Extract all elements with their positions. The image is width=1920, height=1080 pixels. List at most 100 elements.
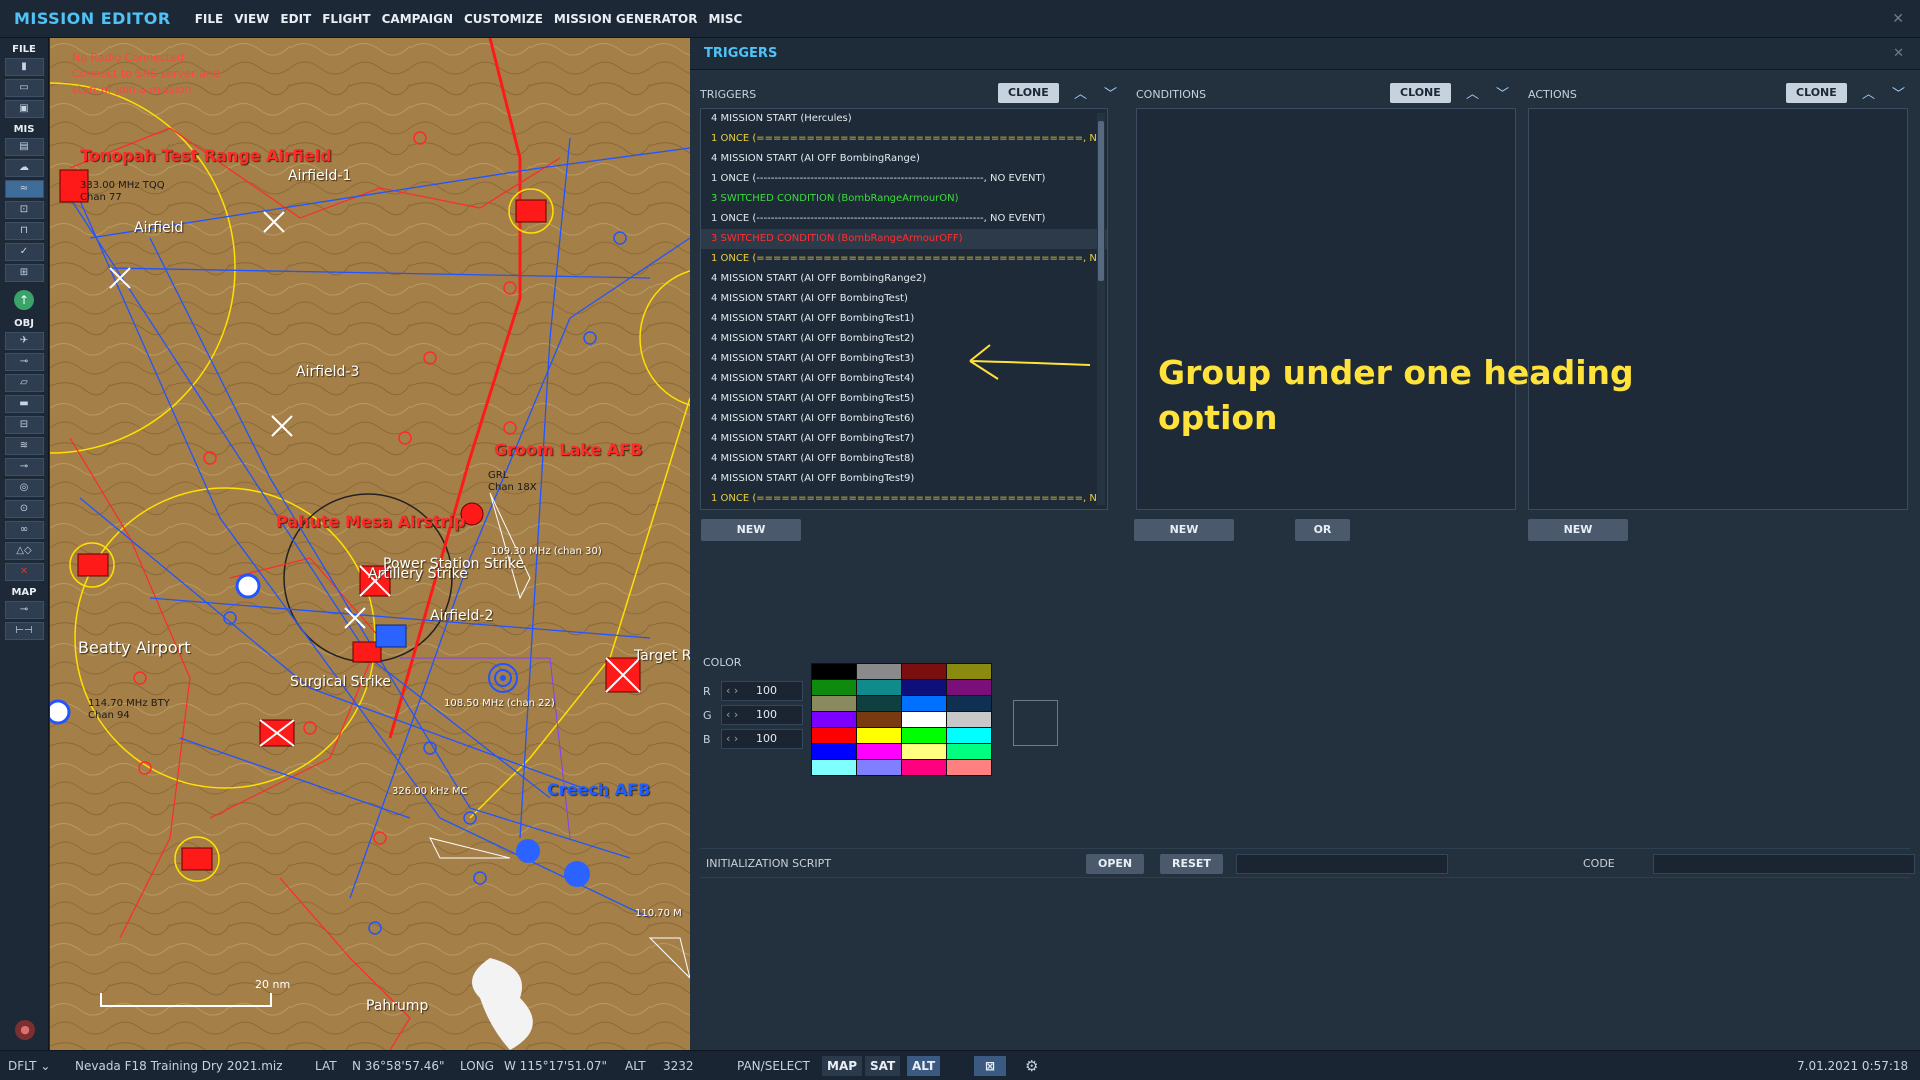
color-swatch[interactable] [902, 760, 946, 775]
trigger-row[interactable]: 1 ONCE (================================… [701, 489, 1107, 509]
stepper-arrows-icon[interactable]: ‹ › [726, 706, 756, 724]
or-button[interactable]: OR [1295, 519, 1350, 541]
upload-icon[interactable]: ↑ [14, 290, 34, 310]
menu-misc[interactable]: MISC [708, 12, 742, 26]
trigger-row[interactable]: 1 ONCE (================================… [701, 249, 1107, 269]
new-condition-button[interactable]: NEW [1134, 519, 1234, 541]
color-swatch[interactable] [812, 712, 856, 727]
new-trigger-button[interactable]: NEW [701, 519, 801, 541]
red-stepper[interactable]: ‹ › 100 [721, 681, 803, 701]
color-swatch[interactable] [857, 664, 901, 679]
stepper-arrows-icon[interactable]: ‹ › [726, 730, 756, 748]
trigger-row[interactable]: 4 MISSION START (Hercules) [701, 109, 1107, 129]
layers-icon[interactable]: ⊠ [974, 1056, 1006, 1076]
waypoint-icon[interactable]: ⊸ [4, 458, 44, 476]
trigger-list[interactable]: 4 MISSION START (Hercules) 1 ONCE (======… [700, 108, 1108, 510]
color-swatch[interactable] [947, 712, 991, 727]
triggers-icon[interactable]: ≈ [4, 180, 44, 198]
ruler-icon[interactable]: ⊢⊣ [4, 622, 44, 640]
chevron-up-icon[interactable]: ︿ [1862, 83, 1875, 102]
chevron-up-icon[interactable]: ︿ [1466, 83, 1479, 102]
stepper-arrows-icon[interactable]: ‹ › [726, 682, 756, 700]
scrollbar-thumb[interactable] [1098, 121, 1104, 281]
conditions-list[interactable] [1136, 108, 1516, 510]
briefing-icon[interactable]: ▤ [4, 138, 44, 156]
map-label-surgical[interactable]: Surgical Strike [290, 674, 391, 690]
color-swatch[interactable] [812, 744, 856, 759]
trigger-row[interactable]: 4 MISSION START (AI OFF BombingTest6) [701, 409, 1107, 429]
helicopter-icon[interactable]: ⊸ [4, 353, 44, 371]
record-icon[interactable]: ● [15, 1020, 35, 1040]
new-action-button[interactable]: NEW [1528, 519, 1628, 541]
goals-icon[interactable]: ⊡ [4, 201, 44, 219]
zone-icon[interactable]: ◎ [4, 479, 44, 497]
chevron-down-icon[interactable]: ﹀ [1892, 83, 1905, 102]
trigger-row[interactable]: 4 MISSION START (AI OFF BombingRange) [701, 149, 1107, 169]
trigger-row[interactable]: 3 SWITCHED CONDITION (BombRangeArmourOFF… [701, 229, 1107, 249]
menu-view[interactable]: VIEW [234, 12, 269, 26]
trigger-row[interactable]: 1 ONCE (--------------------------------… [701, 169, 1107, 189]
trigger-scrollbar[interactable] [1097, 113, 1105, 505]
map-label-creech[interactable]: Creech AFB [547, 780, 650, 799]
map-label-pahrump[interactable]: Pahrump [366, 998, 428, 1014]
color-swatch[interactable] [902, 712, 946, 727]
vehicle-icon[interactable]: ▬ [4, 395, 44, 413]
map-view-button[interactable]: MAP [822, 1056, 863, 1076]
save-icon[interactable]: ▣ [4, 100, 44, 118]
new-file-icon[interactable]: ▮ [4, 58, 44, 76]
color-swatch[interactable] [812, 696, 856, 711]
map-label-airfield-3[interactable]: Airfield-3 [296, 364, 359, 380]
check-icon[interactable]: ✓ [4, 243, 44, 261]
trigger-row[interactable]: 1 ONCE (--------------------------------… [701, 209, 1107, 229]
delete-icon[interactable]: ✕ [4, 563, 44, 581]
template-icon[interactable]: ≋ [4, 437, 44, 455]
trigger-row[interactable]: 4 MISSION START (AI OFF BombingTest9) [701, 469, 1107, 489]
close-icon[interactable]: ✕ [1893, 46, 1904, 61]
map-label-pahute[interactable]: Pahute Mesa Airstrip [276, 512, 465, 531]
alt-view-button[interactable]: ALT [907, 1056, 941, 1076]
color-swatch[interactable] [857, 760, 901, 775]
map-label-airfield-2[interactable]: Airfield-2 [430, 608, 493, 624]
color-swatch[interactable] [857, 712, 901, 727]
color-swatch[interactable] [947, 696, 991, 711]
color-swatch[interactable] [812, 680, 856, 695]
map-label-beatty[interactable]: Beatty Airport [78, 638, 191, 657]
trigger-row[interactable]: 1 ONCE (================================… [701, 129, 1107, 149]
color-swatch[interactable] [857, 680, 901, 695]
chevron-up-icon[interactable]: ︿ [1074, 83, 1087, 102]
color-swatch[interactable] [902, 728, 946, 743]
color-swatch[interactable] [947, 728, 991, 743]
menu-flight[interactable]: FLIGHT [322, 12, 370, 26]
chevron-down-icon[interactable]: ﹀ [1496, 83, 1509, 102]
chain-icon[interactable]: ∞ [4, 521, 44, 539]
static-icon[interactable]: ⊟ [4, 416, 44, 434]
trigger-row[interactable]: 4 MISSION START (AI OFF BombingRange2) [701, 269, 1107, 289]
ship-icon[interactable]: ⏥ [4, 374, 44, 392]
color-swatch[interactable] [902, 744, 946, 759]
trigger-row[interactable]: 4 MISSION START (AI OFF BombingTest7) [701, 429, 1107, 449]
trigger-row[interactable]: 4 MISSION START (AI OFF BombingTest8) [701, 449, 1107, 469]
green-stepper[interactable]: ‹ › 100 [721, 705, 803, 725]
trigger-row[interactable]: 4 MISSION START (AI OFF BombingTest1) [701, 309, 1107, 329]
color-swatch[interactable] [902, 680, 946, 695]
color-swatch[interactable] [902, 664, 946, 679]
clone-condition-button[interactable]: CLONE [1390, 83, 1451, 103]
settings-icon[interactable]: ⚙ [1025, 1057, 1038, 1075]
sat-view-button[interactable]: SAT [865, 1056, 901, 1076]
chevron-down-icon[interactable]: ﹀ [1104, 83, 1117, 102]
init-script-file-field[interactable] [1236, 854, 1448, 874]
profile-dropdown[interactable]: DFLT ⌄ [8, 1059, 50, 1073]
zone-circle-icon[interactable]: ⊙ [4, 500, 44, 518]
color-swatch[interactable] [947, 680, 991, 695]
menu-edit[interactable]: EDIT [280, 12, 311, 26]
menu-customize[interactable]: CUSTOMIZE [464, 12, 543, 26]
color-swatch[interactable] [902, 696, 946, 711]
shapes-icon[interactable]: △◇ [4, 542, 44, 560]
plane-icon[interactable]: ✈ [4, 332, 44, 350]
close-icon[interactable]: ✕ [1892, 11, 1904, 27]
map-label-airfield-1[interactable]: Airfield-1 [288, 168, 351, 184]
menu-campaign[interactable]: CAMPAIGN [382, 12, 453, 26]
open-folder-icon[interactable]: ▭ [4, 79, 44, 97]
blue-stepper[interactable]: ‹ › 100 [721, 729, 803, 749]
map-label-airfield[interactable]: Airfield [134, 220, 183, 236]
